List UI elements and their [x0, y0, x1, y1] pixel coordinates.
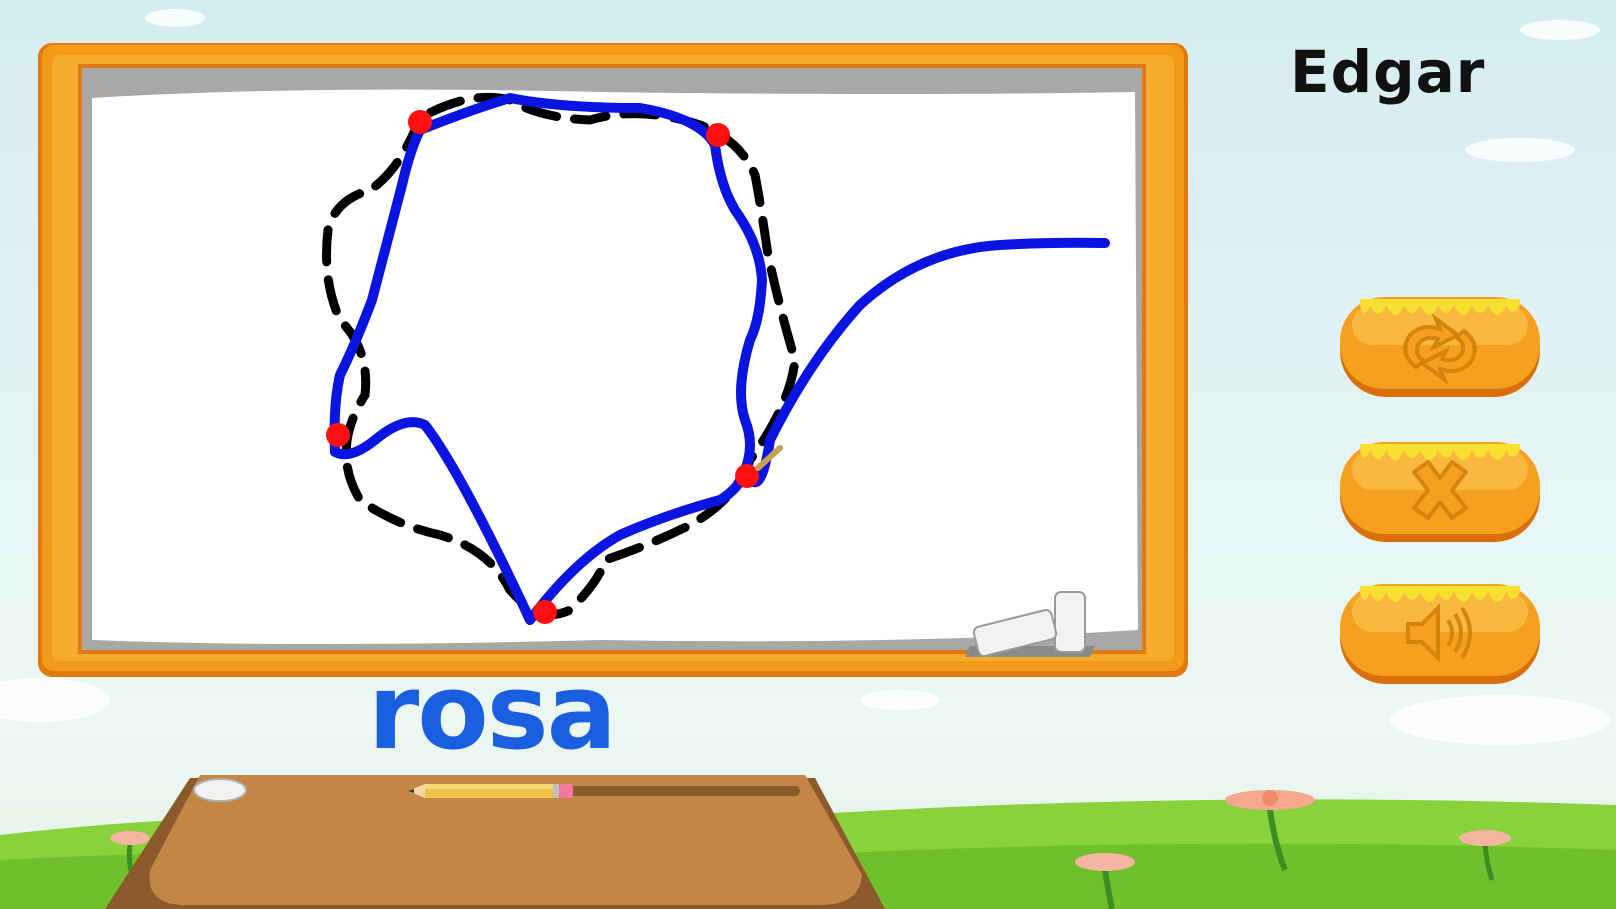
- pencil-groove: [555, 786, 800, 796]
- restart-button[interactable]: [1338, 295, 1542, 400]
- clear-button[interactable]: [1338, 440, 1542, 545]
- target-word: rosa: [368, 651, 617, 773]
- player-name: Edgar: [1290, 38, 1486, 106]
- desk-chalk: [193, 778, 247, 802]
- game-scene: rosa Edgar: [0, 0, 1616, 909]
- sound-button[interactable]: [1338, 582, 1542, 687]
- pencil-icon[interactable]: [408, 784, 573, 798]
